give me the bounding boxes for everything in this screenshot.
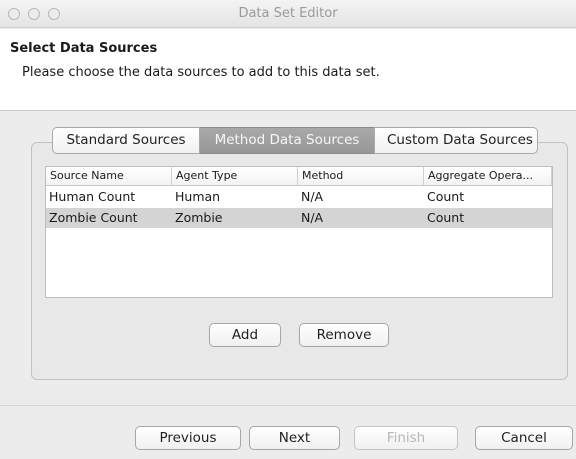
remove-button[interactable]: Remove	[299, 323, 389, 347]
finish-button: Finish	[354, 426, 458, 450]
previous-button[interactable]: Previous	[135, 426, 241, 450]
cell-agent-type: Zombie	[175, 210, 223, 225]
column-header-aggregate-operation[interactable]: Aggregate Opera...	[424, 167, 552, 185]
cell-aggregate-operation: Count	[427, 210, 465, 225]
method-sources-table[interactable]: Source Name Agent Type Method Aggregate …	[45, 166, 553, 298]
cell-method: N/A	[301, 189, 324, 204]
window-titlebar: Data Set Editor	[0, 0, 576, 28]
cancel-button[interactable]: Cancel	[475, 426, 573, 450]
tab-standard-sources[interactable]: Standard Sources	[52, 127, 200, 154]
window-title: Data Set Editor	[238, 6, 338, 21]
cell-source-name: Human Count	[49, 189, 136, 204]
table-row[interactable]: Human Count Human N/A Count	[46, 187, 552, 207]
next-button[interactable]: Next	[249, 426, 340, 450]
tab-method-data-sources[interactable]: Method Data Sources	[200, 127, 374, 154]
add-button[interactable]: Add	[209, 323, 281, 347]
footer-divider	[0, 405, 576, 406]
table-header: Source Name Agent Type Method Aggregate …	[46, 167, 552, 186]
column-header-agent-type[interactable]: Agent Type	[172, 167, 298, 185]
wizard-header: Select Data Sources Please choose the da…	[0, 29, 576, 111]
page-subtitle: Please choose the data sources to add to…	[22, 65, 380, 80]
table-row-selected[interactable]: Zombie Count Zombie N/A Count	[46, 208, 552, 228]
page-title: Select Data Sources	[10, 41, 158, 56]
source-type-tabs: Standard Sources Method Data Sources Cus…	[52, 127, 538, 154]
column-header-method[interactable]: Method	[298, 167, 424, 185]
column-header-source-name[interactable]: Source Name	[46, 167, 172, 185]
tab-custom-data-sources[interactable]: Custom Data Sources	[374, 127, 538, 154]
cell-method: N/A	[301, 210, 324, 225]
cell-source-name: Zombie Count	[49, 210, 138, 225]
cell-agent-type: Human	[175, 189, 221, 204]
cell-aggregate-operation: Count	[427, 189, 465, 204]
